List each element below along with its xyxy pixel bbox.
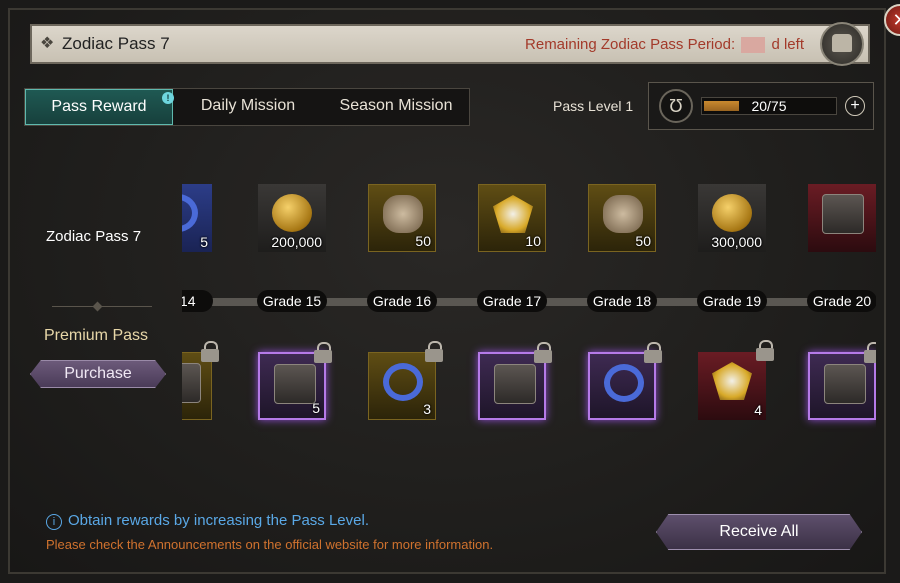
feather-icon xyxy=(493,195,533,233)
free-reward-slot[interactable]: 200,000 xyxy=(258,184,326,252)
redacted-days xyxy=(741,37,766,54)
reward-quantity: 5 xyxy=(312,400,320,416)
grade-label: Grade 20 xyxy=(807,290,876,312)
lock-icon xyxy=(644,342,662,364)
reward-quantity: 4 xyxy=(754,402,762,418)
lock-icon xyxy=(864,342,876,364)
reward-quantity: 200,000 xyxy=(271,234,322,250)
lock-icon xyxy=(756,340,774,362)
premium-pass-label: Premium Pass xyxy=(44,327,149,344)
remaining-period: Remaining Zodiac Pass Period: d left xyxy=(525,36,804,54)
tab-pass-reward[interactable]: Pass Reward ! xyxy=(25,89,174,125)
pass-progress-bar: 20/75 xyxy=(701,97,837,115)
amulet-icon xyxy=(383,195,423,233)
info-icon: i xyxy=(46,514,62,530)
ring-icon xyxy=(182,194,198,232)
reward-quantity: 50 xyxy=(415,233,431,249)
premium-reward-slot[interactable] xyxy=(182,341,219,420)
scroll-icon xyxy=(712,362,752,400)
tab-season-mission[interactable]: Season Mission xyxy=(323,89,469,125)
treasure-chest-button[interactable] xyxy=(820,22,864,66)
close-button[interactable]: ✕ xyxy=(884,4,900,36)
lock-icon xyxy=(201,341,219,363)
free-track-label: Zodiac Pass 7 xyxy=(46,228,142,245)
ring-icon xyxy=(604,364,644,402)
lock-icon xyxy=(534,342,552,364)
grade-label: Grade 16 xyxy=(367,290,437,312)
free-reward-slot[interactable]: 10 xyxy=(478,184,546,252)
title-bar: ❖ Zodiac Pass 7 Remaining Zodiac Pass Pe… xyxy=(30,22,870,66)
free-reward-slot[interactable] xyxy=(808,184,876,252)
info-message: i Obtain rewards by increasing the Pass L… xyxy=(46,512,369,530)
chest-icon xyxy=(182,363,201,403)
reward-track[interactable]: 5 200,000 50 10 50 300,000 de 14 Grade 15 Grade … xyxy=(182,180,876,440)
grade-label: Grade 19 xyxy=(697,290,767,312)
zodiac-emblem-icon: ❖ xyxy=(40,35,55,52)
gold-coin-icon xyxy=(272,194,312,232)
amulet-icon xyxy=(603,195,643,233)
free-reward-slot[interactable]: 50 xyxy=(368,184,436,252)
add-level-button[interactable]: + xyxy=(845,96,865,116)
treasure-chest-icon xyxy=(832,34,852,52)
reward-quantity: 3 xyxy=(423,401,431,417)
premium-reward-slot[interactable] xyxy=(588,342,662,420)
pass-progress-text: 20/75 xyxy=(751,98,787,114)
page-title: Zodiac Pass 7 xyxy=(62,34,170,53)
grade-label: Grade 18 xyxy=(587,290,657,312)
purchase-button[interactable]: Purchase xyxy=(30,360,166,388)
free-reward-slot[interactable]: 5 xyxy=(182,184,212,252)
tab-bar: Pass Reward ! Daily Mission Season Missi… xyxy=(24,88,470,126)
pass-level-label: Pass Level 1 xyxy=(553,98,634,114)
pass-level-panel: Ʊ 20/75 + xyxy=(648,82,874,130)
chest-icon xyxy=(494,364,536,404)
free-reward-slot[interactable]: 50 xyxy=(588,184,656,252)
ring-icon xyxy=(383,363,423,401)
premium-reward-slot[interactable]: 4 xyxy=(698,340,774,420)
grade-label: de 14 xyxy=(182,290,213,312)
chest-icon xyxy=(822,194,864,234)
reward-quantity: 10 xyxy=(525,233,541,249)
announcement-note: Please check the Announcements on the of… xyxy=(46,537,494,552)
reward-quantity: 5 xyxy=(200,234,208,250)
premium-reward-slot[interactable] xyxy=(478,342,552,420)
free-reward-slot[interactable]: 300,000 xyxy=(698,184,766,252)
reward-quantity: 50 xyxy=(635,233,651,249)
premium-reward-slot[interactable]: 3 xyxy=(368,341,443,420)
chest-icon xyxy=(824,364,866,404)
receive-all-button[interactable]: Receive All xyxy=(656,514,862,550)
reward-quantity: 300,000 xyxy=(711,234,762,250)
premium-reward-slot[interactable] xyxy=(808,342,876,420)
grade-label: Grade 17 xyxy=(477,290,547,312)
premium-reward-slot[interactable]: 5 xyxy=(258,342,332,420)
chest-icon xyxy=(274,364,316,404)
lock-icon xyxy=(314,342,332,364)
gold-coin-icon xyxy=(712,194,752,232)
horseshoe-icon: Ʊ xyxy=(659,89,693,123)
tab-daily-mission[interactable]: Daily Mission xyxy=(173,89,323,125)
grade-label: Grade 15 xyxy=(257,290,327,312)
lock-icon xyxy=(425,341,443,363)
